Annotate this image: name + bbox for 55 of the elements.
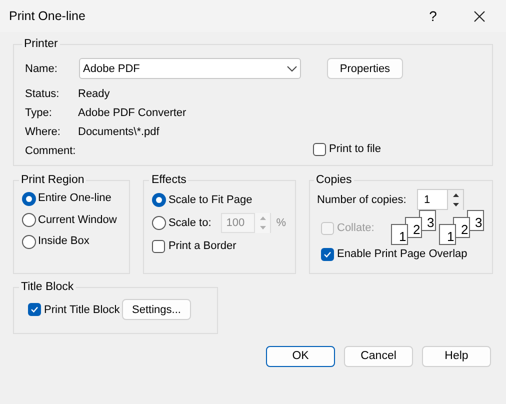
dialog-button[interactable]: Help xyxy=(422,346,491,367)
group-title: Title Block xyxy=(20,280,75,295)
unit-label: % xyxy=(276,216,286,231)
group-title: Print Region xyxy=(20,173,86,188)
info-label: Status: xyxy=(25,86,60,102)
info-value: Documents\*.pdf xyxy=(78,124,160,140)
page-number: 3 xyxy=(427,216,434,230)
check-icon xyxy=(323,250,332,259)
page-number: 1 xyxy=(447,230,454,244)
radio-button[interactable] xyxy=(22,234,36,248)
checkbox-label: Print a Border xyxy=(168,239,236,254)
radio-label: Scale to: xyxy=(168,216,212,231)
properties-button[interactable]: Properties xyxy=(327,58,403,80)
dialog-button[interactable]: OK xyxy=(266,346,335,367)
field-label: Number of copies: xyxy=(317,192,408,208)
check-icon xyxy=(30,305,39,314)
radio-button[interactable] xyxy=(152,193,166,208)
checkbox[interactable] xyxy=(321,248,334,261)
help-button[interactable]: ? xyxy=(410,0,456,32)
info-label: Where: xyxy=(25,124,62,140)
group-title: Effects xyxy=(150,173,188,188)
page-number: 2 xyxy=(413,223,420,236)
checkbox-label: Print Title Block xyxy=(44,302,120,318)
checkbox-label: Print to file xyxy=(329,142,381,157)
checkbox-label: Enable Print Page Overlap xyxy=(337,247,468,262)
checkbox[interactable] xyxy=(152,240,166,253)
info-value: Ready xyxy=(78,86,110,102)
field-label: Name: xyxy=(25,62,58,76)
radio-label: Scale to Fit Page xyxy=(168,193,252,208)
checkbox[interactable] xyxy=(313,142,326,156)
checkbox[interactable] xyxy=(28,303,41,316)
info-label: Comment: xyxy=(25,144,77,158)
radio-label: Current Window xyxy=(38,212,117,228)
close-icon xyxy=(474,10,484,22)
dialog-button[interactable]: Cancel xyxy=(344,346,413,367)
group-title: Copies xyxy=(315,173,353,188)
page-icon xyxy=(391,224,408,246)
checkbox-label: Collate: xyxy=(337,221,374,236)
page-number: 2 xyxy=(461,223,468,236)
page-number: 1 xyxy=(399,230,406,244)
page-icon xyxy=(439,224,456,246)
window-title: Print One-line xyxy=(9,8,86,25)
info-value: Adobe PDF Converter xyxy=(78,106,186,120)
copies-field[interactable]: 1 xyxy=(417,189,464,210)
printer-dropdown[interactable]: Adobe PDF xyxy=(79,58,301,80)
radio-button[interactable] xyxy=(22,213,36,227)
spin-buttons[interactable] xyxy=(447,190,463,210)
settings-button[interactable]: Settings... xyxy=(122,299,191,320)
page-number: 3 xyxy=(475,216,482,230)
radio-label: Entire One-line xyxy=(38,191,112,206)
chevron-down-icon xyxy=(287,66,297,72)
info-label: Type: xyxy=(25,106,53,120)
group-title: Printer xyxy=(23,37,59,52)
radio-label: Inside Box xyxy=(38,234,90,250)
radio-button[interactable] xyxy=(22,192,36,206)
